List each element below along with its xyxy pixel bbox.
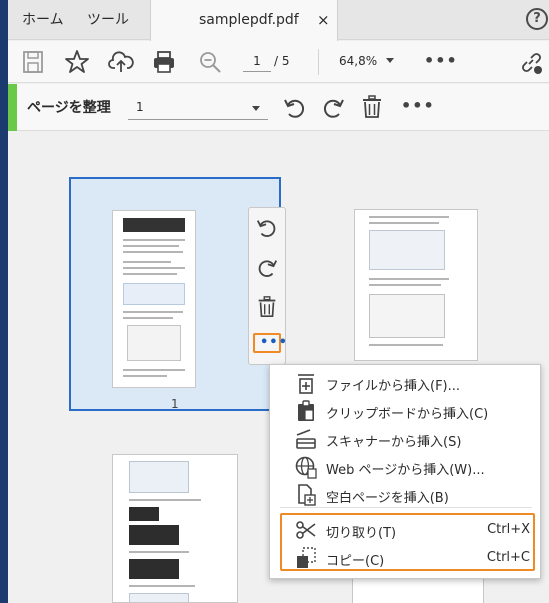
- menu-item-insert-blank-page[interactable]: 空白ページを挿入(B): [270, 481, 542, 509]
- menu-item-label: 空白ページを挿入(B): [326, 491, 449, 506]
- page-image-dark: [129, 525, 179, 545]
- page-number-input[interactable]: 1: [243, 50, 271, 72]
- menu-item-insert-from-scanner[interactable]: スキャナーから挿入(S): [270, 425, 542, 453]
- page-figure: [123, 283, 185, 305]
- web-icon: [295, 456, 317, 479]
- page-hover-toolbar: •••: [248, 207, 287, 365]
- page-thumbnail[interactable]: [112, 454, 238, 603]
- close-tab-icon[interactable]: ×: [317, 0, 330, 40]
- acrobat-window: ホーム ツール samplepdf.pdf × ? 1 / 5 64,8% ••…: [8, 0, 549, 603]
- menu-item-label: Web ページから挿入(W)...: [326, 463, 485, 478]
- more-page-options-button[interactable]: •••: [253, 333, 287, 353]
- help-icon[interactable]: ?: [526, 8, 548, 30]
- insert-context-menu: ファイルから挿入(F)... クリップボードから挿入(C) スキャナーから挿入(…: [269, 364, 541, 579]
- share-link-icon[interactable]: [518, 49, 544, 75]
- tab-document[interactable]: samplepdf.pdf ×: [150, 0, 338, 41]
- blank-page-icon: [298, 484, 316, 506]
- menu-item-label: クリップボードから挿入(C): [326, 407, 489, 422]
- page-preview: [112, 210, 196, 388]
- main-toolbar: 1 / 5 64,8% •••: [8, 41, 549, 83]
- menu-divider: [280, 507, 532, 508]
- page-thumbnails-area: 1 ••• ファイルから挿入(F)... クリップボードから挿入(C) スキャナ…: [8, 132, 549, 603]
- tab-bar: ホーム ツール samplepdf.pdf × ?: [8, 0, 549, 41]
- page-image-dark: [129, 507, 159, 521]
- cut-copy-highlight: [280, 513, 535, 571]
- page-total: / 5: [274, 54, 290, 68]
- menu-item-label: スキャナーから挿入(S): [326, 435, 462, 450]
- clipboard-icon: [298, 400, 314, 421]
- cloud-upload-icon[interactable]: [108, 49, 134, 75]
- organize-title: ページを整理: [27, 100, 111, 116]
- document-tab-title: samplepdf.pdf: [199, 12, 299, 28]
- delete-icon[interactable]: [359, 94, 385, 120]
- rotate-right-icon[interactable]: [255, 256, 279, 280]
- menu-item-label: ファイルから挿入(F)...: [326, 379, 461, 394]
- rotate-left-icon[interactable]: [282, 95, 308, 121]
- tab-tools[interactable]: ツール: [87, 0, 129, 40]
- organize-pages-bar: ページを整理 1 •••: [8, 84, 549, 131]
- menu-item-insert-from-file[interactable]: ファイルから挿入(F)...: [270, 369, 542, 397]
- page-number: 1: [171, 397, 179, 411]
- page-image-dark: [129, 559, 179, 579]
- tool-accent-bar: [8, 84, 17, 131]
- more-tools-icon[interactable]: •••: [424, 51, 458, 70]
- menu-item-insert-from-web[interactable]: Web ページから挿入(W)...: [270, 453, 542, 481]
- menu-item-insert-from-clipboard[interactable]: クリップボードから挿入(C): [270, 397, 542, 425]
- zoom-out-icon[interactable]: [197, 49, 223, 75]
- rotate-left-icon[interactable]: [255, 216, 279, 240]
- more-options-icon: •••: [260, 335, 288, 350]
- star-icon[interactable]: [64, 49, 90, 75]
- chevron-down-icon[interactable]: [386, 58, 394, 63]
- print-icon[interactable]: [151, 49, 177, 75]
- more-options-icon[interactable]: •••: [401, 96, 435, 115]
- rotate-right-icon[interactable]: [320, 95, 346, 121]
- chevron-down-icon[interactable]: [252, 106, 260, 111]
- delete-icon[interactable]: [255, 295, 279, 319]
- page-screenshot: [129, 593, 189, 602]
- page-screenshot: [127, 325, 181, 361]
- insert-file-icon: [298, 374, 314, 394]
- page-screenshot: [369, 294, 445, 338]
- save-icon[interactable]: [20, 49, 46, 75]
- page-screenshot: [369, 230, 445, 270]
- toolbar-divider: [318, 49, 319, 75]
- page-thumbnail[interactable]: [354, 209, 478, 361]
- tab-home[interactable]: ホーム: [22, 0, 64, 40]
- scanner-icon: [296, 429, 316, 449]
- page-heading-block: [123, 218, 185, 232]
- page-range-select[interactable]: 1: [128, 96, 268, 120]
- page-screenshot: [129, 461, 189, 493]
